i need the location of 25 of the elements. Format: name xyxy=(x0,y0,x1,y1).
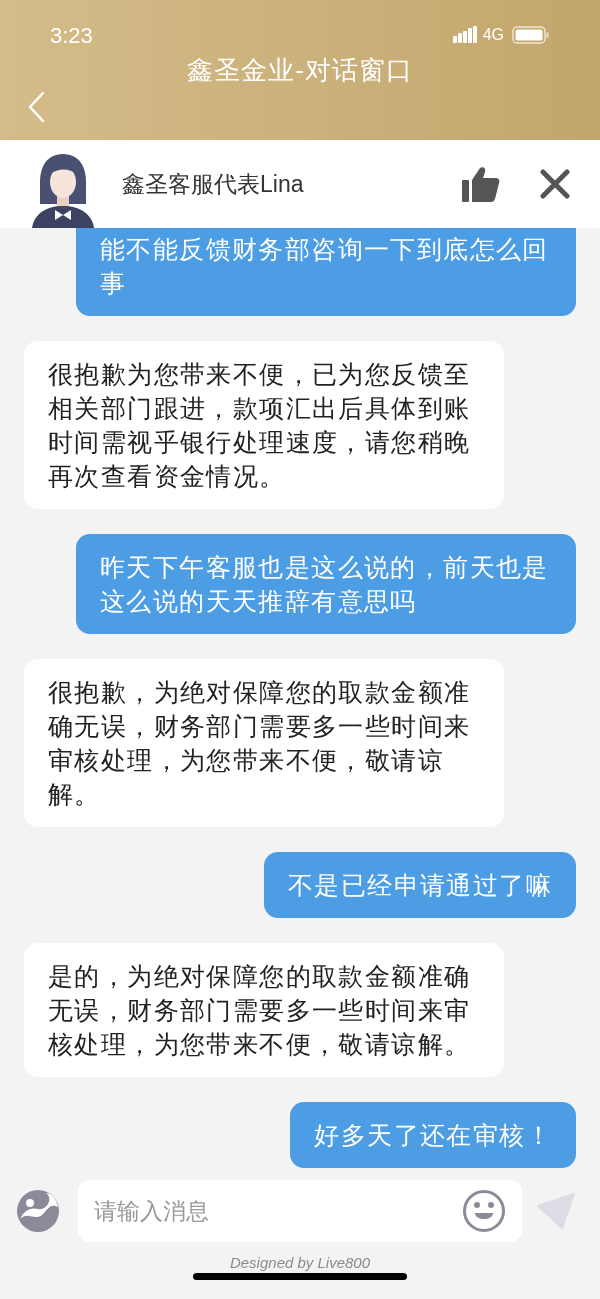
credit-text: Designed by Live800 xyxy=(229,1254,371,1271)
signal-icon xyxy=(452,26,477,44)
network-label: 4G xyxy=(482,25,504,45)
sent-message: 能不能反馈财务部咨询一下到底怎么回事 xyxy=(76,228,576,316)
sent-message: 不是已经申请通过了嘛 xyxy=(264,852,576,918)
send-icon xyxy=(536,1192,576,1230)
status-time: 3:23 xyxy=(50,21,93,50)
close-icon xyxy=(540,169,570,199)
received-message: 很抱歉为您带来不便，已为您反馈至相关部门跟进，款项汇出后具体到账时间需视乎银行处理速度，请您稍晚再次查看资金情况。 xyxy=(24,341,504,509)
message-field[interactable]: 请输入消息 xyxy=(78,1180,522,1242)
battery-icon xyxy=(512,26,550,44)
emoji-icon[interactable] xyxy=(462,1189,506,1233)
agent-name: 鑫圣客服代表Lina xyxy=(122,169,304,199)
received-message: 很抱歉，为绝对保障您的取款金额准确无误，财务部门需要多一些时间来审核处理，为您带来不便，敬请谅解。 xyxy=(24,659,504,827)
received-message: 是的，为绝对保障您的取款金额准确无误，财务部门需要多一些时间来审核处理，为您带来不便，敬请谅解。 xyxy=(24,943,504,1077)
image-icon xyxy=(16,1189,60,1233)
message-input[interactable]: 请输入消息 xyxy=(94,1193,462,1229)
back-icon xyxy=(27,91,45,123)
like-button[interactable] xyxy=(462,166,500,202)
window-title: 鑫圣金业-对话窗口 xyxy=(187,53,413,87)
close-button[interactable] xyxy=(540,169,570,199)
sent-message: 昨天下午客服也是这么说的，前天也是这么说的天天推辞有意思吗 xyxy=(76,534,576,634)
sent-message: 好多天了还在审核！ xyxy=(290,1102,576,1168)
thumbs-up-icon xyxy=(462,166,500,202)
image-button[interactable] xyxy=(16,1188,62,1234)
